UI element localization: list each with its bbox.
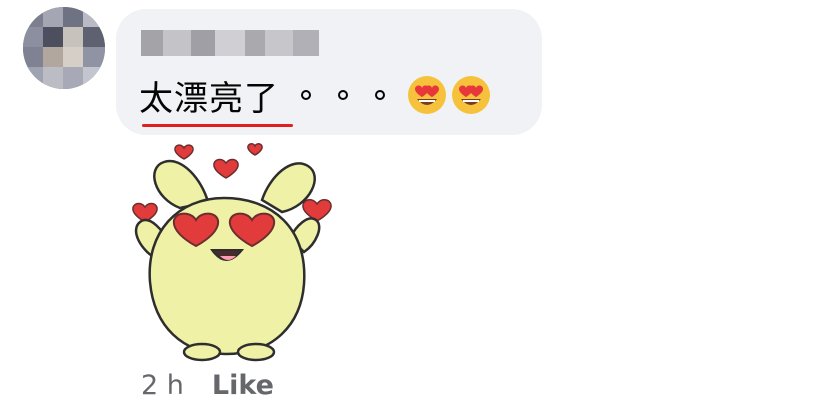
like-button[interactable]: Like — [212, 370, 274, 401]
ellipsis-marks — [301, 90, 385, 100]
avatar-image — [23, 7, 105, 89]
heart-eyes-emoji-icon — [408, 76, 446, 114]
comment-text: 太漂亮了 — [139, 71, 293, 127]
circle-dot — [338, 90, 348, 100]
commenter-avatar[interactable] — [23, 7, 105, 89]
heart-eyes-emoji-icon — [452, 76, 490, 114]
emoji-group — [407, 75, 491, 115]
circle-dot — [301, 90, 311, 100]
bunny-body — [148, 196, 306, 356]
circle-dot — [375, 90, 385, 100]
comment-row: 太漂亮了 — [139, 70, 491, 127]
comment-actions: 2 h Like — [141, 370, 274, 401]
timestamp[interactable]: 2 h — [141, 370, 184, 401]
bunny-heart-eyes-sticker[interactable] — [128, 140, 342, 364]
commenter-name[interactable] — [141, 30, 319, 56]
